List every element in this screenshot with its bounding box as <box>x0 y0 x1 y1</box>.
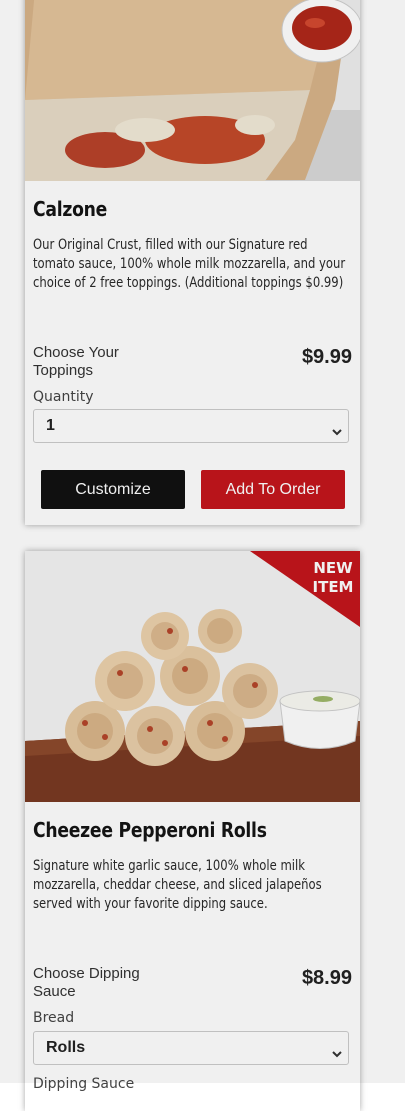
customize-button[interactable]: Customize <box>41 470 185 509</box>
item-title: Calzone <box>33 197 108 221</box>
bread-value: Rolls <box>46 1039 86 1056</box>
dipping-sauce-label: Dipping Sauce <box>33 1076 135 1092</box>
bread-select[interactable]: Rolls <box>33 1031 349 1065</box>
new-badge-line1: NEW <box>313 559 353 577</box>
add-to-order-button[interactable]: Add To Order <box>201 470 345 509</box>
bread-label: Bread <box>33 1010 75 1026</box>
calzone-photo[interactable] <box>25 0 360 181</box>
new-badge-line2: ITEM <box>313 578 354 596</box>
chevron-down-icon <box>332 423 342 441</box>
menu-card-cheezee-pepperoni-rolls: NEW ITEM Cheezee Pepperoni Rolls Signatu… <box>25 551 360 1111</box>
quantity-select[interactable]: 1 <box>33 409 349 443</box>
choose-dipping-sauce-label[interactable]: Choose Dipping Sauce <box>33 965 163 1001</box>
item-description: Our Original Crust, filled with our Sign… <box>33 237 346 291</box>
quantity-value: 1 <box>46 417 55 434</box>
chevron-down-icon <box>332 1045 342 1063</box>
item-price: $9.99 <box>301 346 352 368</box>
quantity-label: Quantity <box>33 389 94 405</box>
item-price: $8.99 <box>301 967 352 989</box>
menu-card-calzone: Calzone Our Original Crust, filled with … <box>25 0 360 525</box>
choose-toppings-label[interactable]: Choose Your Toppings <box>33 344 163 380</box>
pepperoni-rolls-photo[interactable]: NEW ITEM <box>25 551 360 802</box>
item-description: Signature white garlic sauce, 100% whole… <box>33 858 322 912</box>
item-title: Cheezee Pepperoni Rolls <box>33 818 267 842</box>
